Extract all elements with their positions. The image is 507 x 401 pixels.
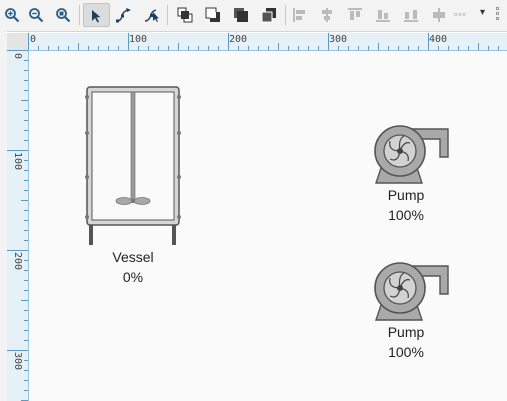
- align-bottom-icon: [376, 10, 390, 22]
- zoom-in-button[interactable]: [0, 3, 24, 27]
- bring-forward-button[interactable]: [229, 3, 253, 27]
- bring-forward-icon: [234, 8, 248, 22]
- drawing-canvas[interactable]: Vessel 0% Pump 100% Pump 100%: [29, 51, 507, 401]
- toolbar-separator: [285, 5, 286, 25]
- toolbar-separator: [79, 5, 80, 25]
- vertical-ruler[interactable]: 0 100 200 300: [7, 50, 29, 401]
- vessel-value: 0%: [122, 269, 144, 285]
- vessel-component[interactable]: Vessel 0%: [83, 85, 183, 285]
- toolbar: ▫▫▫ ▾: [0, 0, 507, 32]
- vessel-label: Vessel: [112, 249, 154, 265]
- select-pointer-button[interactable]: [83, 3, 110, 27]
- ruler-v-label-200: 200: [12, 252, 23, 271]
- zoom-in-icon: [5, 8, 20, 23]
- distribute-horizontal-button[interactable]: [399, 3, 423, 27]
- ruler-h-label-0: 0: [30, 34, 37, 45]
- align-top-button[interactable]: [343, 3, 367, 27]
- chevron-down-icon: ▾: [480, 7, 486, 18]
- align-left-icon: [293, 8, 305, 22]
- toolbar-grip-handle[interactable]: [496, 7, 501, 25]
- ruler-h-label-400: 400: [429, 34, 448, 45]
- ruler-v-label-100: 100: [12, 152, 23, 171]
- send-backward-icon: [261, 8, 276, 23]
- vertical-ruler-ticks: [7, 50, 28, 401]
- pump-bottom-label: Pump: [387, 324, 425, 340]
- more-dots-icon: ▫▫▫: [454, 9, 467, 19]
- pump-component-top[interactable]: Pump 100%: [356, 123, 456, 233]
- align-bottom-button[interactable]: [371, 3, 395, 27]
- horizontal-ruler[interactable]: 0 100 200 300 400: [28, 33, 507, 51]
- distribute-vertical-icon: [433, 8, 445, 22]
- pump-top-value: 100%: [388, 207, 424, 223]
- toolbar-separator: [167, 5, 168, 25]
- centrifugal-pump-icon: [374, 262, 449, 321]
- zoom-reset-button[interactable]: [51, 3, 75, 27]
- ruler-v-label-300: 300: [12, 352, 23, 371]
- send-backward-button[interactable]: [257, 3, 281, 27]
- send-to-back-icon: [205, 7, 220, 22]
- zoom-out-icon: [29, 8, 44, 23]
- bring-to-front-icon: [177, 7, 193, 23]
- ruler-h-label-200: 200: [229, 34, 248, 45]
- select-pointer-icon: [92, 10, 101, 23]
- ruler-v-label-0: 0: [12, 53, 23, 60]
- pipe-draw-icon: [116, 8, 131, 23]
- align-center-icon: [322, 8, 332, 22]
- centrifugal-pump-icon: [374, 125, 449, 184]
- ruler-h-label-300: 300: [329, 34, 348, 45]
- zoom-reset-icon: [56, 8, 71, 23]
- distribute-horizontal-icon: [404, 10, 418, 22]
- align-top-icon: [348, 8, 362, 20]
- pump-bottom-value: 100%: [388, 344, 424, 360]
- ruler-h-label-100: 100: [129, 34, 148, 45]
- pump-component-bottom[interactable]: Pump 100%: [356, 260, 456, 370]
- left-margin: [0, 31, 7, 401]
- pipe-edit-button[interactable]: [139, 3, 163, 27]
- send-to-back-button[interactable]: [201, 3, 225, 27]
- zoom-out-button[interactable]: [24, 3, 48, 27]
- more-tools-dropdown[interactable]: ▫▫▫ ▾: [454, 3, 500, 27]
- pump-top-label: Pump: [387, 187, 425, 203]
- ruler-corner: [7, 33, 29, 51]
- distribute-vertical-button[interactable]: [427, 3, 451, 27]
- bring-to-front-button[interactable]: [173, 3, 197, 27]
- align-left-button[interactable]: [288, 3, 312, 27]
- mixing-tank-icon: [85, 86, 181, 245]
- pipe-edit-icon: [144, 9, 159, 22]
- pipe-draw-button[interactable]: [111, 3, 135, 27]
- align-center-button[interactable]: [315, 3, 339, 27]
